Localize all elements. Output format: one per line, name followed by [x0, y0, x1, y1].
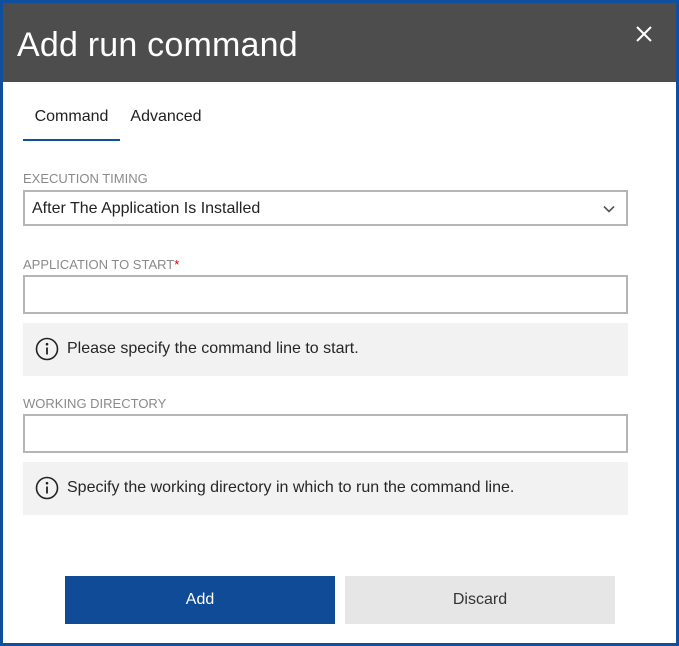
dialog-title-bar: Add run command	[3, 3, 676, 82]
tab-advanced[interactable]: Advanced	[126, 103, 206, 139]
info-icon	[35, 476, 59, 500]
working-directory-hint-box: Specify the working directory in which t…	[23, 462, 628, 515]
tab-command[interactable]: Command	[23, 103, 120, 141]
tab-advanced-label: Advanced	[130, 108, 202, 125]
tab-command-label: Command	[34, 108, 109, 125]
add-button[interactable]: Add	[65, 576, 335, 624]
application-to-start-hint-box: Please specify the command line to start…	[23, 323, 628, 376]
discard-button[interactable]: Discard	[345, 576, 615, 624]
required-marker: *	[174, 257, 180, 272]
execution-timing-label: EXECUTION TIMING	[23, 171, 148, 186]
execution-timing-select[interactable]: After The Application Is Installed	[23, 190, 628, 226]
working-directory-hint: Specify the working directory in which t…	[67, 479, 515, 496]
application-to-start-label: APPLICATION TO START*	[23, 257, 179, 272]
application-to-start-input[interactable]	[23, 275, 628, 314]
working-directory-label: WORKING DIRECTORY	[23, 396, 167, 411]
close-icon[interactable]	[631, 21, 657, 47]
application-to-start-label-text: APPLICATION TO START	[23, 257, 175, 272]
application-to-start-hint: Please specify the command line to start…	[67, 340, 359, 357]
dialog-title: Add run command	[17, 26, 298, 64]
execution-timing-value: After The Application Is Installed	[32, 200, 261, 217]
add-run-command-dialog: Add run command Command Advanced EXECUTI…	[0, 0, 679, 646]
chevron-down-icon	[602, 202, 616, 216]
info-icon	[35, 337, 59, 361]
working-directory-input[interactable]	[23, 414, 628, 453]
